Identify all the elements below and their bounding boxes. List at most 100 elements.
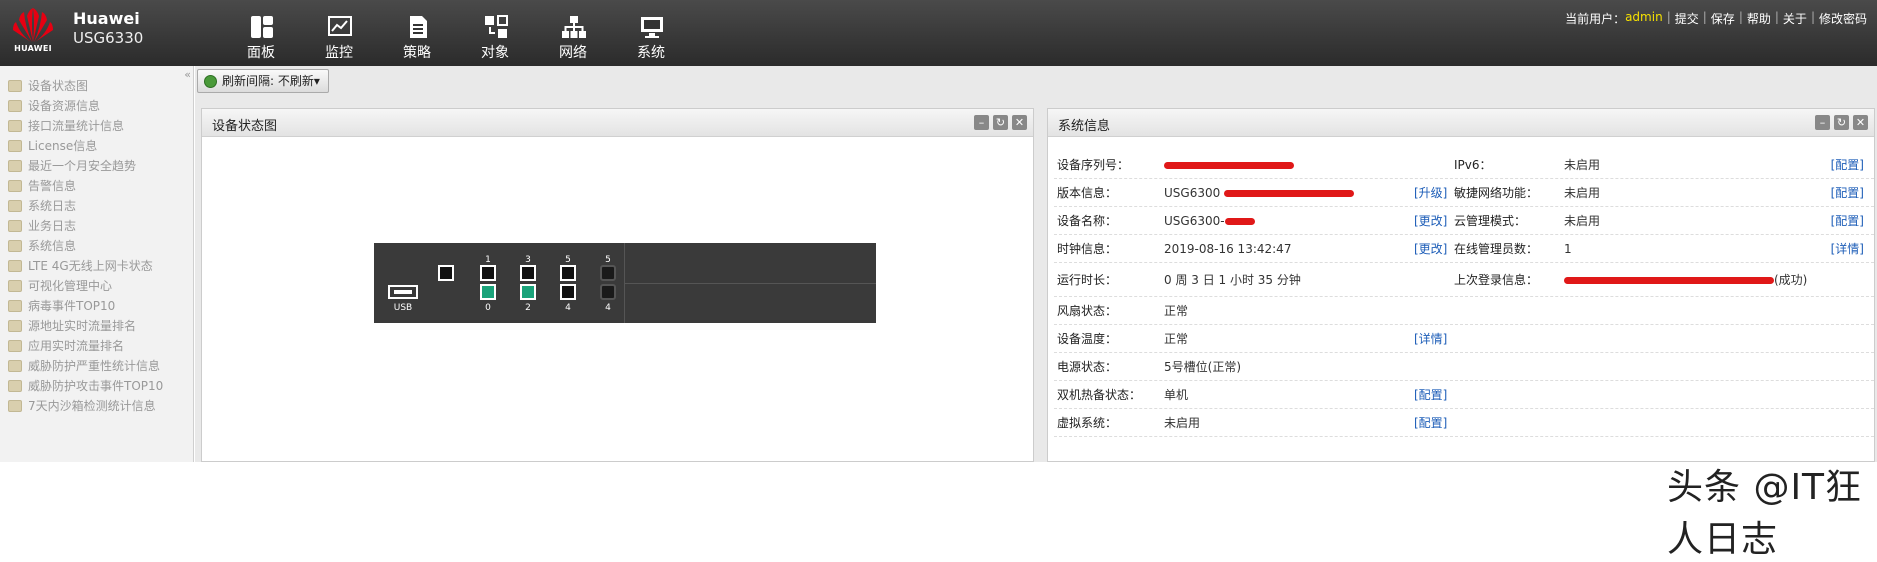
- info-value-text: USG6300: [1164, 185, 1225, 200]
- info-action-link[interactable]: [更改]: [1414, 240, 1454, 257]
- submit-link[interactable]: 提交: [1675, 10, 1699, 27]
- nav-policy[interactable]: 策略: [378, 8, 456, 64]
- separator: |: [1702, 10, 1707, 24]
- info-row: 设备温度： 正常 [详情]: [1054, 325, 1874, 353]
- sidebar-item[interactable]: 设备资源信息: [8, 96, 163, 116]
- nav-network[interactable]: 网络: [534, 8, 612, 64]
- sidebar-item[interactable]: 接口流量统计信息: [8, 116, 163, 136]
- close-icon[interactable]: ✕: [1853, 115, 1868, 130]
- info-value-text: 2019-08-16 13:42:47: [1164, 241, 1292, 256]
- info-value: (成功): [1564, 271, 1814, 288]
- sidebar-item[interactable]: 源地址实时流量排名: [8, 316, 163, 336]
- sidebar-item[interactable]: 设备状态图: [8, 76, 163, 96]
- widget-icon: [8, 340, 22, 352]
- save-link[interactable]: 保存: [1711, 10, 1735, 27]
- info-action-link[interactable]: [升级]: [1414, 184, 1454, 201]
- policy-icon: [410, 16, 427, 38]
- sidebar-item[interactable]: 业务日志: [8, 216, 163, 236]
- port-label: 2: [525, 303, 531, 313]
- info-key: 时钟信息：: [1057, 242, 1118, 256]
- port-5[interactable]: [560, 265, 576, 281]
- sidebar-item[interactable]: 应用实时流量排名: [8, 336, 163, 356]
- panel-controls: – ↻ ✕: [1811, 115, 1868, 130]
- help-link[interactable]: 帮助: [1747, 10, 1771, 27]
- info-action-link[interactable]: [配置]: [1414, 386, 1454, 403]
- sidebar-item[interactable]: 系统信息: [8, 236, 163, 256]
- sidebar-item-label: 接口流量统计信息: [28, 119, 125, 133]
- huawei-logo: HUAWEI: [10, 6, 56, 60]
- sidebar-item[interactable]: 威胁防护严重性统计信息: [8, 356, 163, 376]
- port-1[interactable]: [480, 265, 496, 281]
- sidebar-item-label: 业务日志: [28, 219, 77, 233]
- console-port[interactable]: [438, 265, 454, 281]
- refresh-interval-dropdown[interactable]: 刷新间隔: 不刷新▾: [197, 69, 329, 93]
- dashboard-icon: [251, 16, 273, 38]
- brand: Huawei USG6330: [73, 10, 143, 48]
- widget-icon: [8, 380, 22, 392]
- sidebar-item[interactable]: 可视化管理中心: [8, 276, 163, 296]
- info-value-text: 5号槽位(正常): [1164, 360, 1241, 374]
- sfp-port-4[interactable]: [600, 284, 616, 300]
- current-user: admin: [1625, 10, 1663, 24]
- sidebar-item[interactable]: 威胁防护攻击事件TOP10: [8, 376, 163, 396]
- sidebar-item[interactable]: LTE 4G无线上网卡状态: [8, 256, 163, 276]
- info-action-link[interactable]: [配置]: [1814, 212, 1864, 229]
- info-key: 版本信息：: [1057, 186, 1118, 200]
- sidebar-item[interactable]: 告警信息: [8, 176, 163, 196]
- refresh-panel-icon[interactable]: ↻: [993, 115, 1008, 130]
- close-icon[interactable]: ✕: [1012, 115, 1027, 130]
- sidebar-item-label: 威胁防护攻击事件TOP10: [28, 379, 164, 393]
- port-0[interactable]: [480, 284, 496, 300]
- sidebar-item-label: 威胁防护严重性统计信息: [28, 359, 161, 373]
- nav-system[interactable]: 系统: [612, 8, 690, 64]
- sidebar-item[interactable]: 病毒事件TOP10: [8, 296, 163, 316]
- sfp-port-5[interactable]: [600, 265, 616, 281]
- info-action-link[interactable]: [配置]: [1814, 184, 1864, 201]
- info-value-text: 未启用: [1564, 214, 1601, 228]
- port-label: 3: [525, 255, 531, 265]
- port-3[interactable]: [520, 265, 536, 281]
- widget-icon: [8, 240, 22, 252]
- sidebar-item-label: 可视化管理中心: [28, 279, 113, 293]
- info-value-text: 未启用: [1564, 186, 1601, 200]
- refresh-panel-icon[interactable]: ↻: [1834, 115, 1849, 130]
- nav-monitor[interactable]: 监控: [300, 8, 378, 64]
- panel-header: 系统信息 – ↻ ✕: [1048, 109, 1874, 137]
- widget-icon: [8, 120, 22, 132]
- sidebar-item[interactable]: 7天内沙箱检测统计信息: [8, 396, 163, 416]
- nav-object[interactable]: 对象: [456, 8, 534, 64]
- change-password-link[interactable]: 修改密码: [1819, 10, 1867, 27]
- info-key: 上次登录信息：: [1454, 273, 1539, 287]
- system-info-table: 设备序列号： IPv6： 未启用 [配置] 版本信息： USG6300 [升级] 敏捷网络功…: [1054, 151, 1874, 437]
- port-4[interactable]: [560, 284, 576, 300]
- info-value-text: 0 周 3 日 1 小时 35 分钟: [1164, 273, 1301, 287]
- widget-icon: [8, 160, 22, 172]
- monitor-icon: [328, 16, 352, 36]
- collapse-sidebar-icon[interactable]: «: [184, 68, 191, 81]
- port-label: 5: [565, 255, 571, 265]
- sidebar-item[interactable]: 最近一个月安全趋势: [8, 156, 163, 176]
- user-toolbar: 当前用户： admin | 提交 | 保存 | 帮助 | 关于 | 修改密码: [1561, 10, 1867, 27]
- info-action-link[interactable]: [详情]: [1414, 330, 1454, 347]
- minimize-icon[interactable]: –: [974, 115, 989, 130]
- sidebar-item-label: LTE 4G无线上网卡状态: [28, 259, 153, 273]
- nav-label: 网络: [559, 45, 587, 61]
- minimize-icon[interactable]: –: [1815, 115, 1830, 130]
- info-action-link[interactable]: [详情]: [1814, 240, 1864, 257]
- info-row: 虚拟系统： 未启用 [配置]: [1054, 409, 1874, 437]
- nav-label: 面板: [247, 45, 275, 61]
- info-action-link[interactable]: [更改]: [1414, 212, 1454, 229]
- sidebar-item[interactable]: 系统日志: [8, 196, 163, 216]
- port-2[interactable]: [520, 284, 536, 300]
- separator: |: [1774, 10, 1779, 24]
- nav-dashboard[interactable]: 面板: [222, 8, 300, 64]
- separator: |: [1738, 10, 1743, 24]
- sidebar-item[interactable]: License信息: [8, 136, 163, 156]
- widget-icon: [8, 260, 22, 272]
- about-link[interactable]: 关于: [1783, 10, 1807, 27]
- nav-label: 对象: [481, 45, 509, 61]
- info-action-link[interactable]: [配置]: [1814, 156, 1864, 173]
- info-key: 敏捷网络功能：: [1454, 186, 1539, 200]
- info-action-link[interactable]: [配置]: [1414, 414, 1454, 431]
- info-value: 1: [1564, 242, 1814, 256]
